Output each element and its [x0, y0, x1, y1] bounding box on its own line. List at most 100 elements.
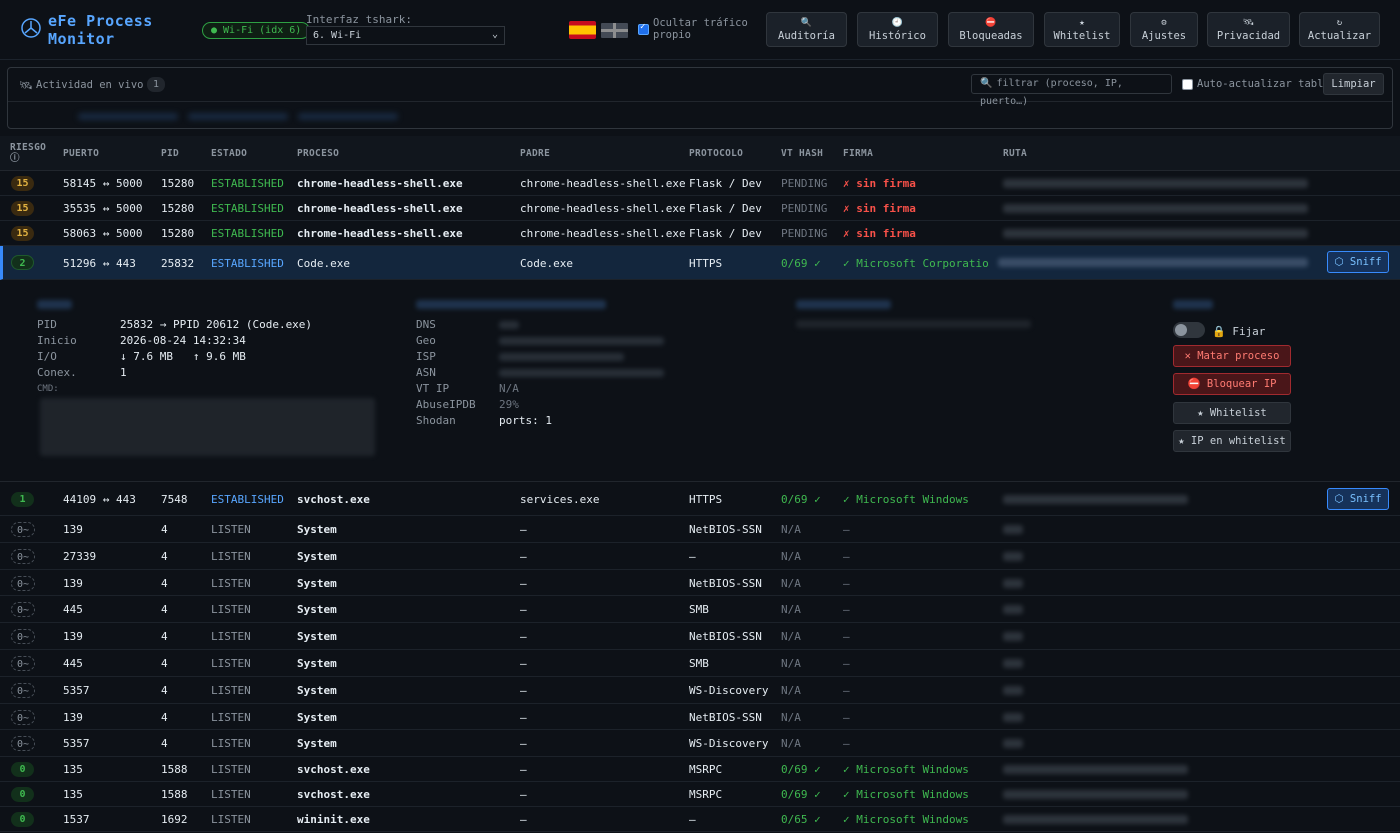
process-cell: System — [297, 683, 337, 697]
table-row[interactable]: 0 1537 1692 LISTEN wininit.exe — — 0/65 ✓ ✓ Micr… — [0, 807, 1400, 833]
column-path[interactable]: RUTA — [1003, 148, 1027, 159]
privacy-button[interactable]: 🛰 Privacidad — [1207, 12, 1290, 47]
io-label: I/O — [37, 350, 57, 363]
blocked-button[interactable]: ⛔ Bloqueadas — [948, 12, 1034, 47]
process-cell: Code.exe — [297, 257, 350, 270]
sniff-button[interactable]: ⬡ Sniff — [1327, 251, 1389, 273]
parent-cell: — — [520, 683, 527, 697]
ip-whitelist-button[interactable]: ★ IP en whitelist — [1173, 430, 1291, 452]
filter-input[interactable]: 🔍 filtrar (proceso, IP, puerto…) — [971, 74, 1172, 107]
vt-hash-cell: N/A — [781, 657, 801, 670]
spanish-flag-icon[interactable] — [569, 21, 596, 39]
pid-cell: 4 — [161, 603, 168, 617]
port-cell: 445 — [63, 603, 83, 617]
auto-refresh-checkbox[interactable] — [1182, 79, 1193, 90]
clear-button[interactable]: Limpiar — [1323, 73, 1384, 95]
column-signature[interactable]: FIRMA — [843, 148, 873, 159]
uk-flag-icon[interactable] — [601, 23, 628, 38]
settings-button[interactable]: ⚙ Ajustes — [1130, 12, 1198, 47]
path-cell-blurred — [1003, 685, 1023, 695]
parent-cell: — — [520, 763, 527, 777]
parent-cell: chrome-headless-shell.exe — [520, 227, 686, 240]
state-cell: ESTABLISHED — [211, 202, 284, 215]
table-row[interactable]: 0~ 27339 4 LISTEN System — — N/A — — [0, 543, 1400, 570]
table-row[interactable]: 0 135 1588 LISTEN svchost.exe — MSRPC 0/69 ✓ ✓ M… — [0, 757, 1400, 783]
audit-button[interactable]: 🔍 Auditoría — [766, 12, 847, 47]
pin-toggle[interactable] — [1173, 322, 1205, 338]
state-cell: LISTEN — [211, 657, 251, 670]
column-port[interactable]: PUERTO — [63, 148, 99, 159]
path-cell-blurred — [998, 258, 1308, 267]
table-row[interactable]: 15 58145 ↔ 5000 15280 ESTABLISHED chrome… — [0, 171, 1400, 196]
history-button[interactable]: 🕘 Histórico — [857, 12, 938, 47]
whitelist-process-button[interactable]: ★ Whitelist — [1173, 402, 1291, 424]
vt-hash-cell: N/A — [781, 523, 801, 536]
geo-value-blurred — [499, 337, 664, 345]
table-row[interactable]: 0~ 445 4 LISTEN System — SMB N/A — — [0, 650, 1400, 677]
state-cell: LISTEN — [211, 737, 251, 751]
column-vt-hash[interactable]: VT HASH — [781, 148, 823, 159]
table-row[interactable]: 0~ 139 4 LISTEN System — NetBIOS-SSN N/A — — [0, 570, 1400, 597]
risk-badge: 1 — [11, 492, 34, 507]
process-cell: svchost.exe — [297, 493, 370, 506]
pid-cell: 4 — [161, 630, 168, 644]
table-row[interactable]: 0~ 445 4 LISTEN System — SMB N/A — — [0, 596, 1400, 624]
kill-process-button[interactable]: ✕ Matar proceso — [1173, 345, 1291, 367]
vt-hash-cell: N/A — [781, 737, 801, 751]
process-cell: wininit.exe — [297, 813, 370, 827]
table-row-selected[interactable]: 2 51296 ↔ 443 25832 ESTABLISHED Code.exe… — [0, 246, 1400, 280]
tshark-interface-select[interactable]: 6. Wi-Fi ⌄ — [306, 26, 505, 45]
state-cell: ESTABLISHED — [211, 177, 284, 190]
hide-own-traffic-checkbox[interactable] — [638, 22, 649, 35]
protocol-cell: SMB — [689, 657, 709, 670]
path-cell-blurred — [1003, 659, 1023, 668]
table-row[interactable]: 0 135 1588 LISTEN svchost.exe — MSRPC 0/69 ✓ ✓ M… — [0, 782, 1400, 808]
star-icon: ★ — [1079, 18, 1085, 28]
connections-table-header: RIESGO ⓘ PUERTO PID ESTADO PROCESO PADRE… — [0, 136, 1400, 171]
risk-badge: 0~ — [11, 682, 36, 698]
column-protocol[interactable]: PROTOCOLO — [689, 148, 743, 159]
column-process[interactable]: PROCESO — [297, 148, 339, 159]
dns-value-blurred — [499, 321, 519, 329]
protocol-cell: Flask / Dev — [689, 227, 762, 240]
blocked-button-label: Bloqueadas — [959, 30, 1023, 42]
refresh-icon: ↻ — [1336, 18, 1343, 28]
table-row[interactable]: 15 58063 ↔ 5000 15280 ESTABLISHED chrome… — [0, 221, 1400, 246]
protocol-cell: HTTPS — [689, 493, 723, 506]
refresh-button[interactable]: ↻ Actualizar — [1299, 12, 1380, 47]
traffic-value-blurred — [796, 320, 1031, 328]
path-cell-blurred — [1003, 815, 1188, 825]
path-cell-blurred — [1003, 495, 1188, 504]
column-state[interactable]: ESTADO — [211, 148, 247, 159]
sniff-button[interactable]: ⬡ Sniff — [1327, 488, 1389, 510]
protocol-cell: — — [689, 813, 696, 827]
table-row[interactable]: 0~ 5357 4 LISTEN System — WS-Discovery N/A — — [0, 730, 1400, 758]
table-row[interactable]: 1 44109 ↔ 443 7548 ESTABLISHED svchost.exe se… — [0, 483, 1400, 516]
risk-badge: 15 — [11, 201, 34, 216]
table-row[interactable]: 0~ 5357 4 LISTEN System — WS-Discovery N/A — — [0, 677, 1400, 704]
signature-cell: — — [843, 603, 850, 617]
state-cell: LISTEN — [211, 576, 251, 590]
pid-cell: 4 — [161, 523, 168, 536]
port-cell: 44109 ↔ 443 — [63, 493, 136, 506]
dns-label: DNS — [416, 318, 436, 331]
vt-hash-cell: N/A — [781, 603, 801, 617]
process-cell: System — [297, 630, 337, 644]
chevron-down-icon: ⌄ — [491, 29, 498, 40]
risk-badge: 0~ — [11, 522, 36, 537]
table-row[interactable]: 0~ 139 4 LISTEN System — NetBIOS-SSN N/A — — [0, 704, 1400, 731]
live-event-blurred — [188, 113, 288, 120]
wifi-interface-badge: ● Wi-Fi (idx 6) — [202, 22, 311, 39]
live-activity-label: Actividad en vivo — [36, 79, 144, 91]
table-row[interactable]: 15 35535 ↔ 5000 15280 ESTABLISHED chrome… — [0, 196, 1400, 221]
whitelist-button[interactable]: ★ Whitelist — [1044, 12, 1120, 47]
table-row[interactable]: 0~ 139 4 LISTEN System — NetBIOS-SSN N/A — — [0, 623, 1400, 650]
column-parent[interactable]: PADRE — [520, 148, 550, 159]
column-pid[interactable]: PID — [161, 148, 179, 159]
block-ip-button[interactable]: ⛔ Bloquear IP — [1173, 373, 1291, 395]
state-cell: ESTABLISHED — [211, 257, 284, 270]
column-risk[interactable]: RIESGO ⓘ — [10, 142, 50, 164]
vt-hash-cell: N/A — [781, 549, 801, 563]
table-row[interactable]: 0~ 139 4 LISTEN System — NetBIOS-SSN N/A — — [0, 516, 1400, 543]
protocol-cell: HTTPS — [689, 257, 723, 270]
